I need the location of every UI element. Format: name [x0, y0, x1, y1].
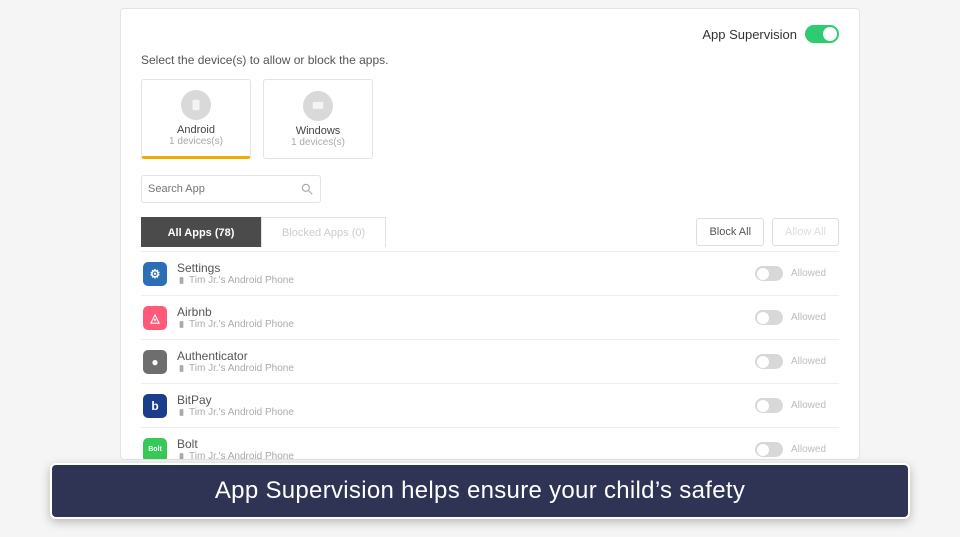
app-allow-toggle[interactable]	[755, 398, 783, 413]
app-info: BitPayTim Jr.'s Android Phone	[177, 393, 745, 418]
allow-all-button[interactable]: Allow All	[772, 218, 839, 246]
app-status-label: Allowed	[791, 356, 837, 367]
app-icon: ⚙	[143, 262, 167, 286]
panel-title: App Supervision	[702, 27, 797, 42]
app-name: Bolt	[177, 437, 745, 451]
instruction-text: Select the device(s) to allow or block t…	[141, 53, 839, 67]
bulk-actions: Block All Allow All	[696, 218, 839, 246]
app-device-label: Tim Jr.'s Android Phone	[177, 451, 745, 460]
master-toggle[interactable]	[805, 25, 839, 43]
app-row: ⚙ SettingsTim Jr.'s Android Phone Allowed	[141, 252, 839, 296]
device-card-android[interactable]: Android 1 devices(s)	[141, 79, 251, 159]
device-name: Android	[177, 124, 215, 136]
tabs: All Apps (78) Blocked Apps (0)	[141, 217, 386, 247]
search-app-input-wrap[interactable]	[141, 175, 321, 203]
panel-header: App Supervision	[141, 25, 839, 43]
app-allow-toggle[interactable]	[755, 354, 783, 369]
app-device-label: Tim Jr.'s Android Phone	[177, 407, 745, 418]
app-info: SettingsTim Jr.'s Android Phone	[177, 261, 745, 286]
app-device-label: Tim Jr.'s Android Phone	[177, 319, 745, 330]
search-input[interactable]	[148, 183, 300, 195]
app-name: Authenticator	[177, 349, 745, 363]
app-icon: ◬	[143, 306, 167, 330]
device-count: 1 devices(s)	[291, 137, 345, 148]
app-row-controls: Allowed	[755, 354, 837, 369]
app-allow-toggle[interactable]	[755, 266, 783, 281]
app-row: ◬ AirbnbTim Jr.'s Android Phone Allowed	[141, 296, 839, 340]
app-row: BoltBoltTim Jr.'s Android PhoneAllowed	[141, 428, 839, 460]
app-allow-toggle[interactable]	[755, 310, 783, 325]
device-cards: Android 1 devices(s) Windows 1 devices(s…	[141, 79, 839, 159]
app-info: BoltTim Jr.'s Android Phone	[177, 437, 745, 460]
app-allow-toggle[interactable]	[755, 442, 783, 457]
app-status-label: Allowed	[791, 268, 837, 279]
caption-text: App Supervision helps ensure your child’…	[215, 477, 745, 505]
app-row-controls: Allowed	[755, 442, 837, 457]
android-icon	[181, 90, 211, 120]
app-icon: Bolt	[143, 438, 167, 461]
app-name: Settings	[177, 261, 745, 275]
tab-all-apps[interactable]: All Apps (78)	[141, 217, 261, 247]
app-row-controls: Allowed	[755, 398, 837, 413]
app-name: BitPay	[177, 393, 745, 407]
app-row-controls: Allowed	[755, 310, 837, 325]
tab-blocked-apps[interactable]: Blocked Apps (0)	[261, 217, 386, 247]
device-count: 1 devices(s)	[169, 136, 223, 147]
app-row-controls: Allowed	[755, 266, 837, 281]
app-row: b BitPayTim Jr.'s Android Phone Allowed	[141, 384, 839, 428]
app-info: AirbnbTim Jr.'s Android Phone	[177, 305, 745, 330]
device-card-windows[interactable]: Windows 1 devices(s)	[263, 79, 373, 159]
app-status-label: Allowed	[791, 444, 837, 455]
search-icon	[300, 182, 314, 196]
app-name: Airbnb	[177, 305, 745, 319]
app-icon: ●	[143, 350, 167, 374]
app-supervision-panel: App Supervision Select the device(s) to …	[120, 8, 860, 460]
caption-bar: App Supervision helps ensure your child’…	[50, 463, 910, 519]
app-status-label: Allowed	[791, 400, 837, 411]
app-icon: b	[143, 394, 167, 418]
windows-icon	[303, 91, 333, 121]
app-info: AuthenticatorTim Jr.'s Android Phone	[177, 349, 745, 374]
tabs-row: All Apps (78) Blocked Apps (0) Block All…	[141, 217, 839, 247]
app-device-label: Tim Jr.'s Android Phone	[177, 275, 745, 286]
app-status-label: Allowed	[791, 312, 837, 323]
app-device-label: Tim Jr.'s Android Phone	[177, 363, 745, 374]
device-name: Windows	[296, 125, 341, 137]
block-all-button[interactable]: Block All	[696, 218, 764, 246]
app-list: ⚙SettingsTim Jr.'s Android PhoneAllowed◬…	[141, 251, 839, 460]
app-row: ● AuthenticatorTim Jr.'s Android Phone All…	[141, 340, 839, 384]
